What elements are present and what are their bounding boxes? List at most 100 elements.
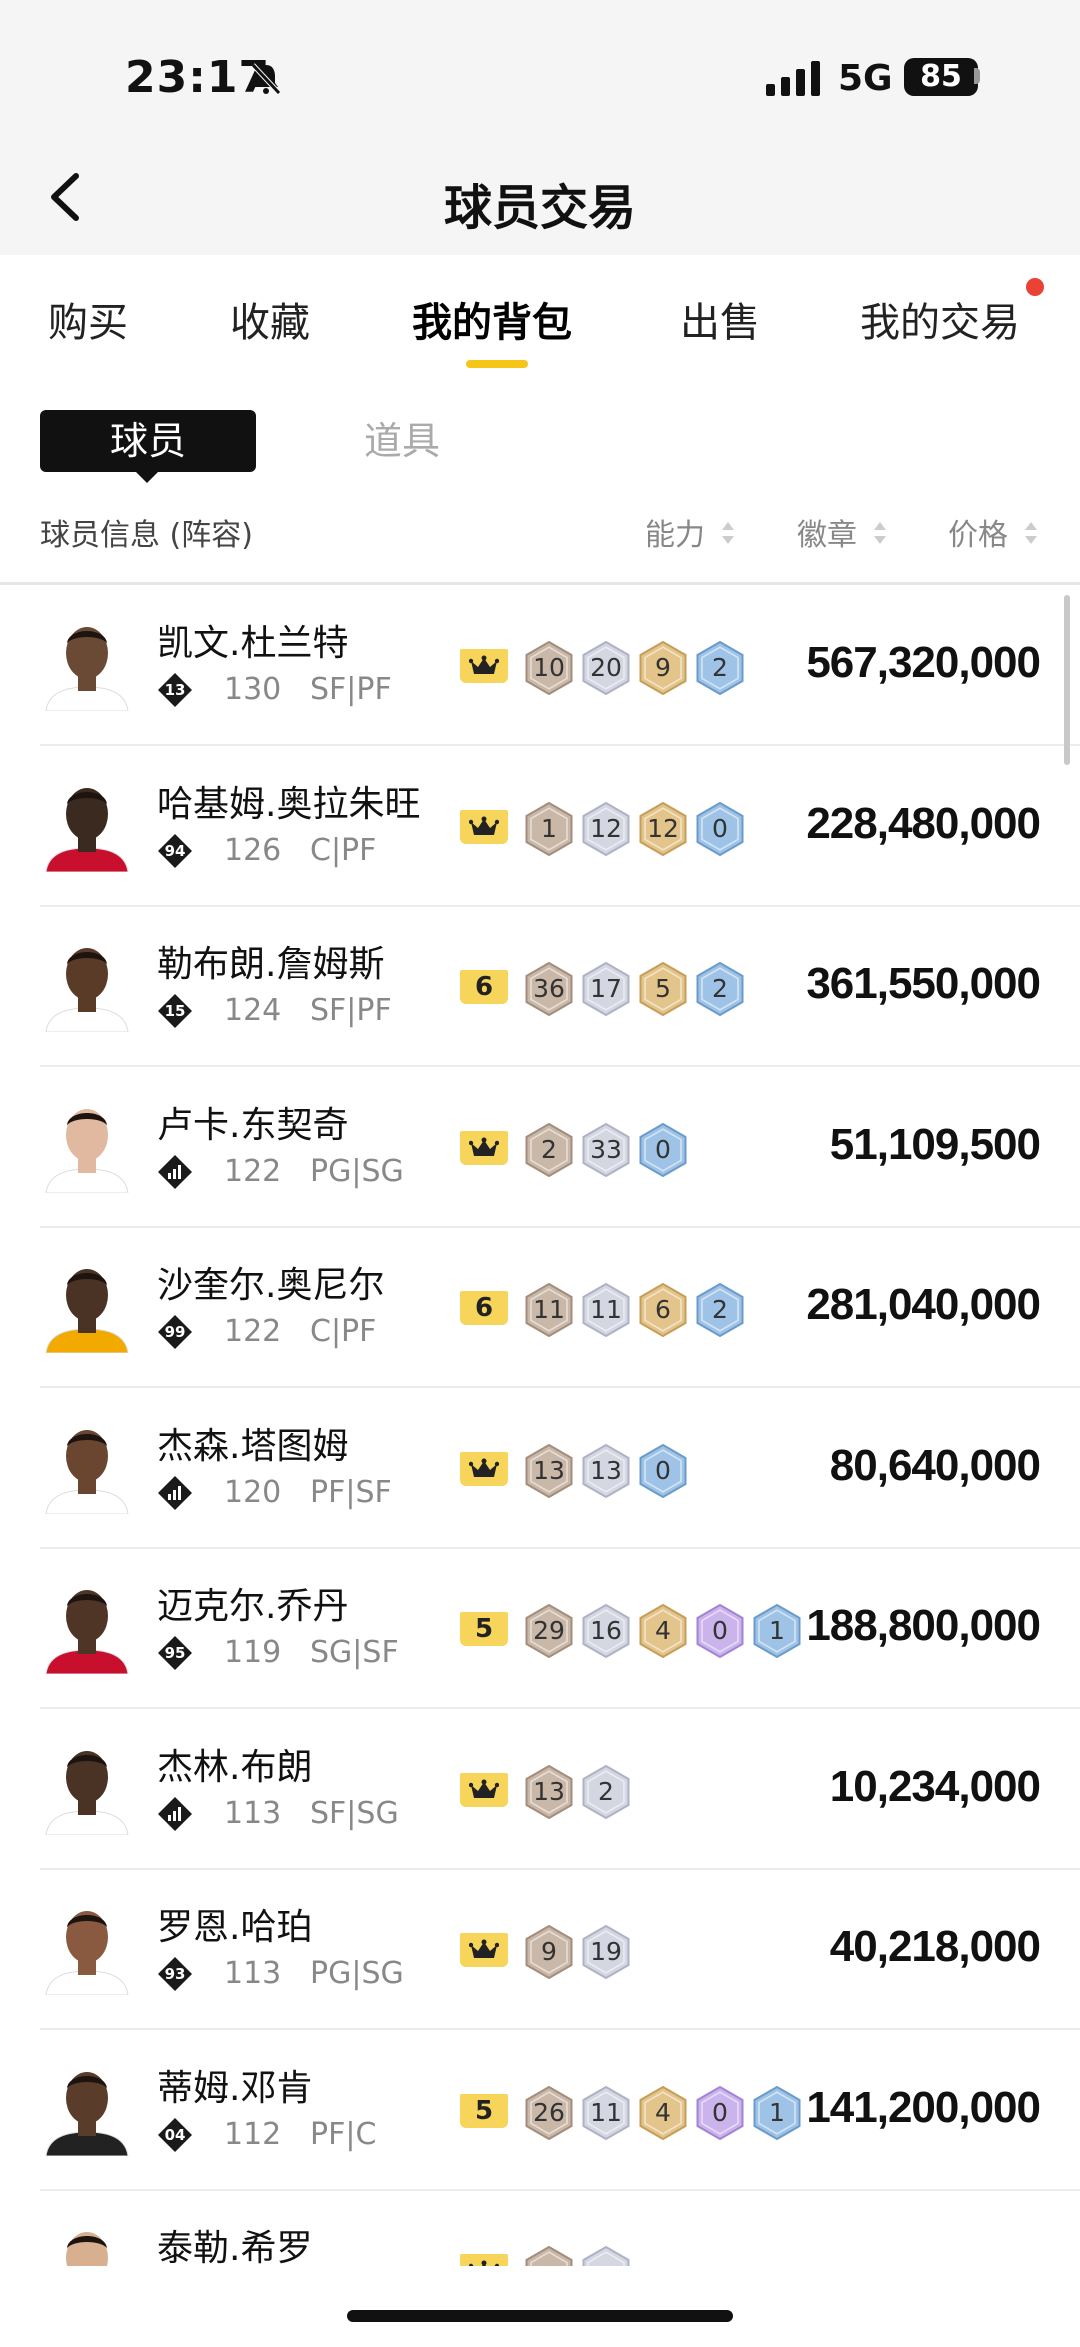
badge-count: 10 <box>533 653 565 682</box>
player-row[interactable]: 杰林.布朗 113 SF|SG 13 2 10,234,000 <box>0 1710 1080 1870</box>
segment-players[interactable]: 球员 <box>40 410 256 472</box>
badge-count: 6 <box>655 1295 671 1324</box>
player-price: 40,218,000 <box>829 1922 1041 1971</box>
column-ability[interactable]: 能力 <box>645 510 705 554</box>
player-avatar <box>45 1269 129 1353</box>
badge-count: 26 <box>533 2097 565 2127</box>
player-list: 凯文.杜兰特 13 130 SF|PF 10 20 9 2 567,320,000 哈基姆.奥拉朱… <box>0 586 1080 2266</box>
card-rating-value: 13 <box>164 681 186 699</box>
blue-badge: 2 <box>695 1283 745 1337</box>
player-price: 281,040,000 <box>806 1280 1041 1329</box>
tab-my-backpack[interactable]: 我的背包 <box>412 290 572 348</box>
tab-bar: 购买 收藏 我的背包 出售 我的交易 <box>0 255 1080 375</box>
tab-buy[interactable]: 购买 <box>48 290 128 348</box>
player-ability: 126 <box>224 832 282 868</box>
bronze-badge: 13 <box>524 1443 574 1498</box>
badge-count: 9 <box>655 653 671 682</box>
badge-count: 19 <box>590 1937 622 1966</box>
player-name: 迈克尔.乔丹 <box>157 1586 349 1627</box>
segment-pointer <box>134 470 160 483</box>
badge-count: 16 <box>590 1616 622 1645</box>
player-name: 哈基姆.奥拉朱旺 <box>157 783 421 825</box>
player-position: PF|SF <box>310 1474 392 1510</box>
player-avatar <box>66 2232 108 2266</box>
badge-count: 4 <box>655 2097 671 2127</box>
card-rating-badge: 99 <box>157 1314 193 1350</box>
player-row[interactable]: 罗恩.哈珀 93 113 PG|SG 9 19 40,218,000 <box>0 1870 1080 2030</box>
badge-count: 13 <box>533 1455 565 1485</box>
card-rating-value: 93 <box>164 1965 186 1983</box>
gold-badge: 4 <box>638 2085 688 2140</box>
player-ability: 122 <box>224 1153 282 1189</box>
badge-count: 12 <box>590 813 622 843</box>
cellular-signal-icon <box>766 61 820 96</box>
badge-count: 1 <box>769 2097 785 2127</box>
player-avatar <box>45 1590 129 1674</box>
player-avatar <box>45 1750 129 1835</box>
crown-tier-icon <box>460 649 508 683</box>
silver-badge: 16 <box>581 1604 631 1658</box>
player-position: C|PF <box>310 1314 377 1349</box>
sort-ability-icon[interactable] <box>720 520 736 546</box>
player-avatar <box>45 787 129 872</box>
badge-count: 1 <box>541 813 557 843</box>
player-name: 沙奎尔.奥尼尔 <box>157 1265 385 1306</box>
card-rating-badge: 13 <box>157 672 193 708</box>
silver-badge <box>581 2246 631 2266</box>
crown-tier-icon <box>460 1933 508 1967</box>
badge-count: 2 <box>712 974 728 1003</box>
segment-items[interactable]: 道具 <box>364 410 440 472</box>
player-position: SF|SG <box>310 1795 399 1831</box>
player-row[interactable]: 沙奎尔.奥尼尔 99 122 C|PF 6 11 11 6 2 281,040,000 <box>0 1228 1080 1388</box>
sort-badges-icon[interactable] <box>872 520 888 546</box>
silver-badge: 13 <box>581 1443 631 1498</box>
badge-count <box>524 2246 574 2266</box>
player-row[interactable]: 泰勒.希罗 <box>0 2191 1080 2266</box>
player-position: PG|SG <box>310 1153 404 1189</box>
gold-badge: 6 <box>638 1283 688 1337</box>
bronze-badge: 29 <box>524 1604 574 1658</box>
player-price: 141,200,000 <box>806 2082 1041 2132</box>
active-tab-indicator <box>466 360 528 368</box>
card-rating-value: 94 <box>164 841 186 860</box>
silver-badge: 12 <box>581 801 631 856</box>
column-price[interactable]: 价格 <box>948 510 1008 554</box>
badge-count <box>581 2246 631 2266</box>
silver-badge: 11 <box>581 2085 631 2140</box>
player-row[interactable]: 勒布朗.詹姆斯 15 124 SF|PF 6 36 17 5 2 361,550,000 <box>0 907 1080 1067</box>
tab-my-trades[interactable]: 我的交易 <box>860 290 1020 348</box>
player-price: 10,234,000 <box>829 1761 1041 1811</box>
player-avatar <box>45 627 129 711</box>
badge-count: 1 <box>769 1616 785 1645</box>
player-row[interactable]: 凯文.杜兰特 13 130 SF|PF 10 20 9 2 567,320,000 <box>0 586 1080 746</box>
notification-dot <box>1026 278 1044 296</box>
player-price: 361,550,000 <box>806 959 1041 1008</box>
player-avatar <box>45 2071 129 2156</box>
player-name: 杰林.布朗 <box>157 1746 313 1788</box>
player-row[interactable]: 迈克尔.乔丹 95 119 SG|SF 5 29 16 4 0 1 188,800,000 <box>0 1549 1080 1709</box>
sort-price-icon[interactable] <box>1023 520 1039 546</box>
purple-badge: 0 <box>695 1604 745 1658</box>
page-title: 球员交易 <box>443 180 636 236</box>
scrollbar[interactable] <box>1064 595 1070 765</box>
bronze-badge <box>524 2246 574 2266</box>
player-name: 卢卡.东契奇 <box>157 1104 349 1146</box>
badge-count: 0 <box>655 1134 671 1164</box>
tab-favorites[interactable]: 收藏 <box>230 290 310 348</box>
card-rating-value: 04 <box>164 2125 186 2144</box>
card-rating-badge: 04 <box>157 2117 193 2153</box>
bell-muted-icon <box>251 63 281 95</box>
player-name: 蒂姆.邓肯 <box>157 2067 313 2109</box>
player-position: SG|SF <box>310 1635 399 1670</box>
player-row[interactable]: 杰森.塔图姆 120 PF|SF 13 13 0 80,640,000 <box>0 1389 1080 1549</box>
tab-sell[interactable]: 出售 <box>680 290 760 348</box>
home-indicator[interactable] <box>347 2310 733 2322</box>
column-badges[interactable]: 徽章 <box>797 510 857 554</box>
card-rating-badge: 95 <box>157 1635 193 1671</box>
badge-count: 4 <box>655 1616 671 1645</box>
player-row[interactable]: 蒂姆.邓肯 04 112 PF|C 5 26 11 4 0 1 141,200,000 <box>0 2031 1080 2191</box>
badge-count: 9 <box>541 1937 557 1966</box>
player-row[interactable]: 哈基姆.奥拉朱旺 94 126 C|PF 1 12 12 0 228,480,000 <box>0 747 1080 907</box>
player-row[interactable]: 卢卡.东契奇 122 PG|SG 2 33 0 51,109,500 <box>0 1068 1080 1228</box>
card-rating-badge: 94 <box>157 833 193 869</box>
